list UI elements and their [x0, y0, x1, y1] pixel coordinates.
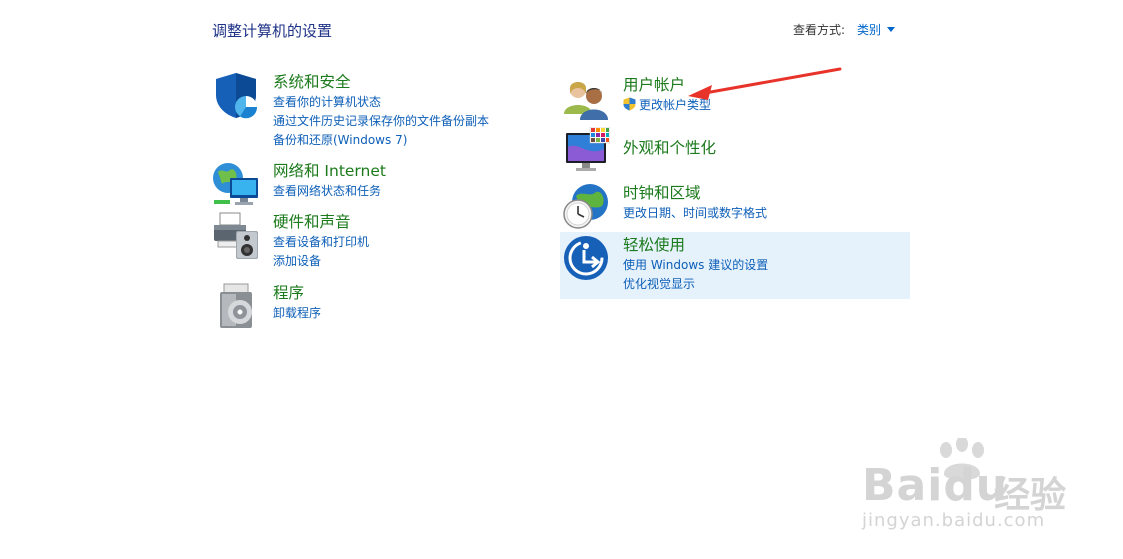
paw-logo-icon	[940, 438, 984, 480]
view-mode-value: 类别	[857, 23, 882, 37]
category-title[interactable]: 外观和个性化	[623, 137, 716, 159]
category-title[interactable]: 系统和安全	[273, 71, 489, 93]
link-change-account-type[interactable]: 更改帐户类型	[623, 96, 711, 115]
link-uninstall-program[interactable]: 卸载程序	[273, 304, 321, 323]
monitor-palette-icon	[566, 127, 610, 171]
link-add-device[interactable]: 添加设备	[273, 252, 369, 271]
link-recommended-settings[interactable]: 使用 Windows 建议的设置	[623, 256, 768, 275]
category-title[interactable]: 硬件和声音	[273, 211, 369, 233]
baidu-jingyan-watermark: Baidu 经验 jingyan.baidu.com	[862, 438, 1092, 538]
link-network-status[interactable]: 查看网络状态和任务	[273, 182, 386, 201]
chevron-down-icon	[887, 27, 896, 32]
link-backup-restore[interactable]: 备份和还原(Windows 7)	[273, 131, 489, 150]
category-title[interactable]: 用户帐户	[623, 74, 711, 96]
uac-shield-icon	[623, 97, 636, 111]
link-label: 更改帐户类型	[639, 98, 712, 112]
link-file-history-backup[interactable]: 通过文件历史记录保存你的文件备份副本	[273, 112, 489, 131]
view-mode-dropdown[interactable]: 类别	[857, 21, 896, 38]
link-date-time-format[interactable]: 更改日期、时间或数字格式	[623, 204, 767, 223]
programs-disc-icon	[220, 283, 252, 328]
watermark-brand: Baidu	[862, 460, 1009, 511]
clock-globe-icon	[563, 184, 608, 229]
link-view-computer-status[interactable]: 查看你的计算机状态	[273, 93, 489, 112]
category-title[interactable]: 时钟和区域	[623, 182, 767, 204]
palette-grid	[589, 127, 610, 144]
network-globe-icon	[213, 163, 258, 205]
category-title[interactable]: 轻松使用	[623, 234, 768, 256]
printer-speaker-icon	[214, 212, 258, 259]
category-title[interactable]: 网络和 Internet	[273, 160, 386, 182]
category-title[interactable]: 程序	[273, 282, 321, 304]
watermark-url: jingyan.baidu.com	[862, 510, 1046, 531]
ease-of-access-icon	[564, 236, 608, 280]
page-title: 调整计算机的设置	[212, 22, 333, 40]
view-by: 查看方式: 类别	[793, 21, 896, 38]
view-by-label: 查看方式:	[793, 23, 846, 37]
watermark-name: 经验	[994, 475, 1067, 516]
users-icon	[564, 82, 608, 120]
link-devices-printers[interactable]: 查看设备和打印机	[273, 233, 369, 252]
shield-icon	[216, 73, 258, 119]
link-optimize-visual-display[interactable]: 优化视觉显示	[623, 275, 768, 294]
